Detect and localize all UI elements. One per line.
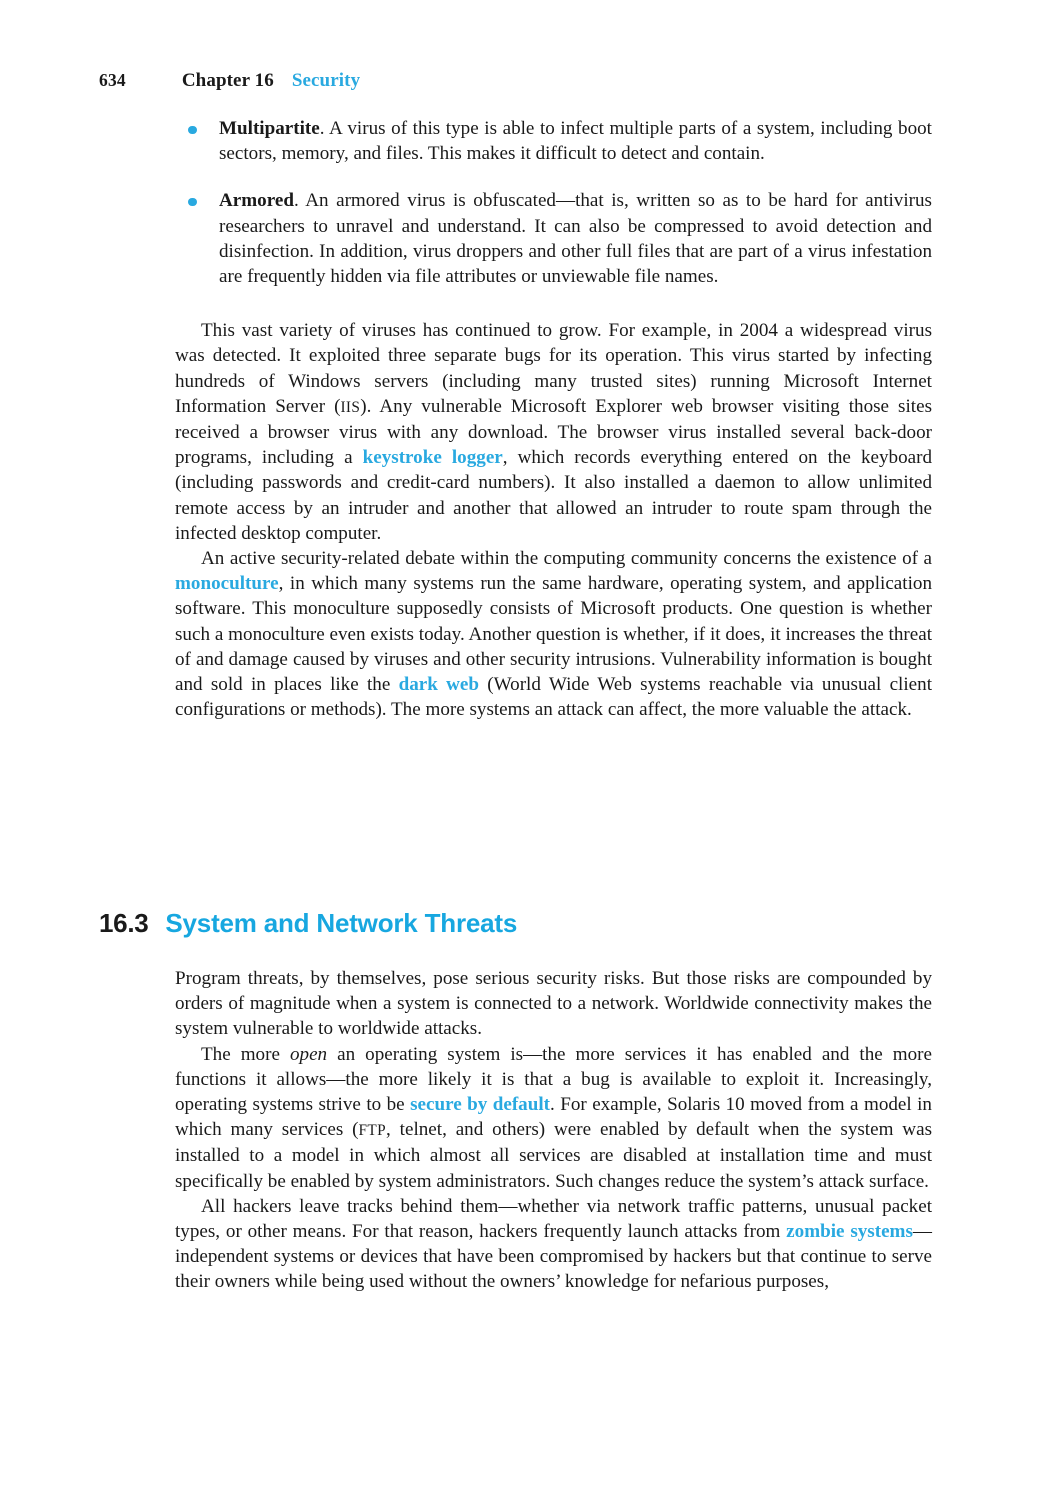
acronym-iis: IIS [340,398,361,416]
bullet-dot-icon [188,125,197,134]
chapter-title: Security [291,70,361,91]
list-item: Armored. An armored virus is obfuscated—… [175,188,932,289]
paragraph-open-system: The more open an operating system is—the… [175,1043,932,1192]
paragraph-monoculture: An active security-related debate within… [175,548,932,721]
list-item-term: Armored [219,190,294,212]
list-item-text: . A virus of this type is able to infect… [219,118,932,165]
list-item-term: Multipartite [219,118,320,139]
keyword-zombie-systems: zombie systems [786,1221,913,1243]
list-item-text: . An armored virus is obfuscated—that is… [219,190,932,288]
keyword-keystroke-logger: keystroke logger [362,447,503,469]
virus-type-list: Multipartite. A virus of this type is ab… [175,116,932,289]
text-column: Multipartite. A virus of this type is ab… [175,116,932,722]
section-heading: 16.3 System and Network Threats [99,908,517,939]
page-canvas: 634 Chapter 16 Security Multipartite. A … [0,0,1050,1500]
keyword-dark-web: dark web [398,674,480,696]
acronym-ftp: FTP [358,1122,387,1140]
page-number: 634 [99,70,126,90]
paragraph-virus-variety: This vast variety of viruses has continu… [175,320,932,544]
section-number: 16.3 [99,908,149,938]
running-head: 634 Chapter 16 Security [99,70,360,92]
section-title: System and Network Threats [165,908,518,938]
keyword-monoculture: monoculture [175,573,279,595]
list-item: Multipartite. A virus of this type is ab… [175,116,932,166]
bullet-dot-icon [188,197,197,207]
section-body: Program threats, by themselves, pose ser… [175,966,932,1295]
paragraph-program-threats: Program threats, by themselves, pose ser… [175,968,932,1040]
chapter-label: Chapter 16 [181,70,274,91]
paragraph-hackers-tracks: All hackers leave tracks behind them—whe… [175,1195,932,1293]
keyword-secure-by-default: secure by default [410,1094,551,1116]
emphasis-open: open [289,1043,328,1065]
